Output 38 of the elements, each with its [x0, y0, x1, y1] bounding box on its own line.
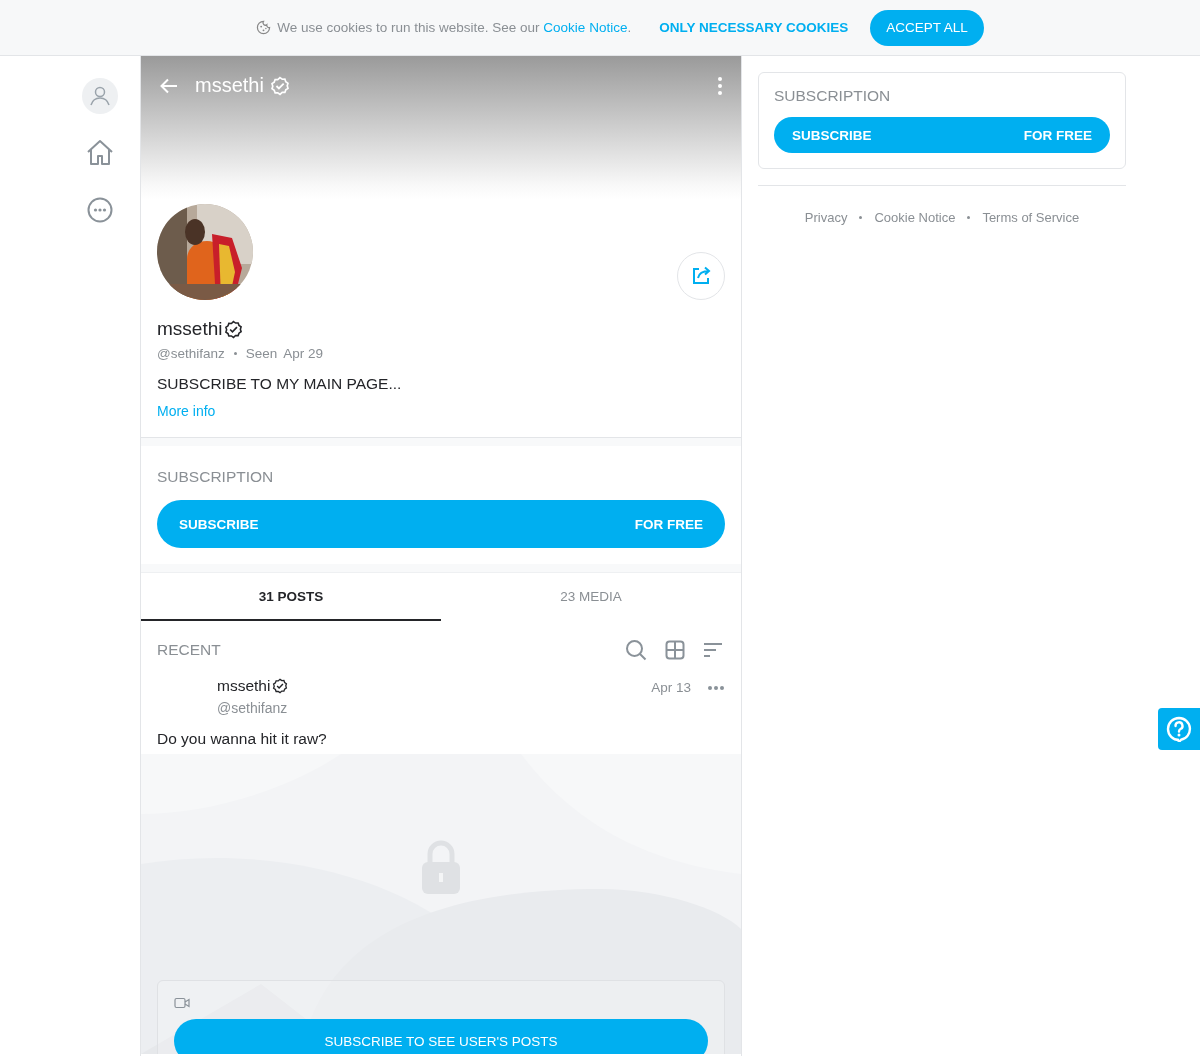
post-date: Apr 13	[651, 680, 691, 695]
section-heading: SUBSCRIPTION	[157, 468, 275, 486]
footer-link[interactable]: Terms of Service	[982, 210, 1080, 225]
necessary-cookies-button[interactable]: ONLY NECESSARY COOKIES	[643, 9, 865, 46]
profile-handle: @sethifanz	[157, 346, 225, 361]
separator-dot	[967, 216, 971, 219]
cookie-icon	[256, 20, 272, 35]
more-vertical-icon[interactable]	[717, 75, 723, 96]
accept-all-button[interactable]: ACCEPT ALL	[870, 9, 984, 46]
last-seen-label: Seen	[245, 346, 278, 361]
post-author: mssethi	[217, 677, 271, 695]
cookie-message: We use cookies to run this website. See our Cookie Notice.	[277, 20, 632, 35]
section-heading: RECENT	[157, 641, 221, 659]
more-info-link[interactable]: More info	[157, 403, 216, 419]
profile-name: mssethi	[157, 318, 223, 340]
separator-dot	[859, 216, 863, 219]
section-heading: SUBSCRIPTION	[774, 87, 892, 105]
share-button[interactable]	[677, 252, 725, 300]
help-icon	[1166, 716, 1192, 742]
subscribe-button[interactable]: SUBSCRIBE FOR FREE	[774, 117, 1110, 153]
subscribe-to-see-button[interactable]: SUBSCRIBE TO SEE USER'S POSTS	[174, 1019, 708, 1054]
post-handle: @sethifanz	[217, 700, 289, 716]
grid-icon[interactable]	[665, 640, 685, 660]
profile-title: mssethi	[195, 74, 264, 97]
avatar-icon[interactable]	[82, 78, 118, 114]
share-icon	[690, 265, 712, 287]
last-seen-date: Apr 29	[283, 346, 324, 361]
video-icon	[174, 997, 190, 1009]
footer-link[interactable]: Privacy	[804, 210, 848, 225]
profile-bio: SUBSCRIBE TO MY MAIN PAGE...	[157, 375, 403, 393]
subscribe-button[interactable]: SUBSCRIBE FOR FREE	[157, 500, 725, 548]
sort-icon[interactable]	[703, 642, 723, 658]
help-button[interactable]	[1158, 708, 1200, 750]
separator-dot	[233, 352, 237, 355]
search-icon[interactable]	[625, 639, 647, 661]
footer-link[interactable]: Cookie Notice	[874, 210, 956, 225]
post-text: Do you wanna hit it raw?	[156, 729, 328, 749]
more-icon[interactable]	[707, 685, 725, 691]
